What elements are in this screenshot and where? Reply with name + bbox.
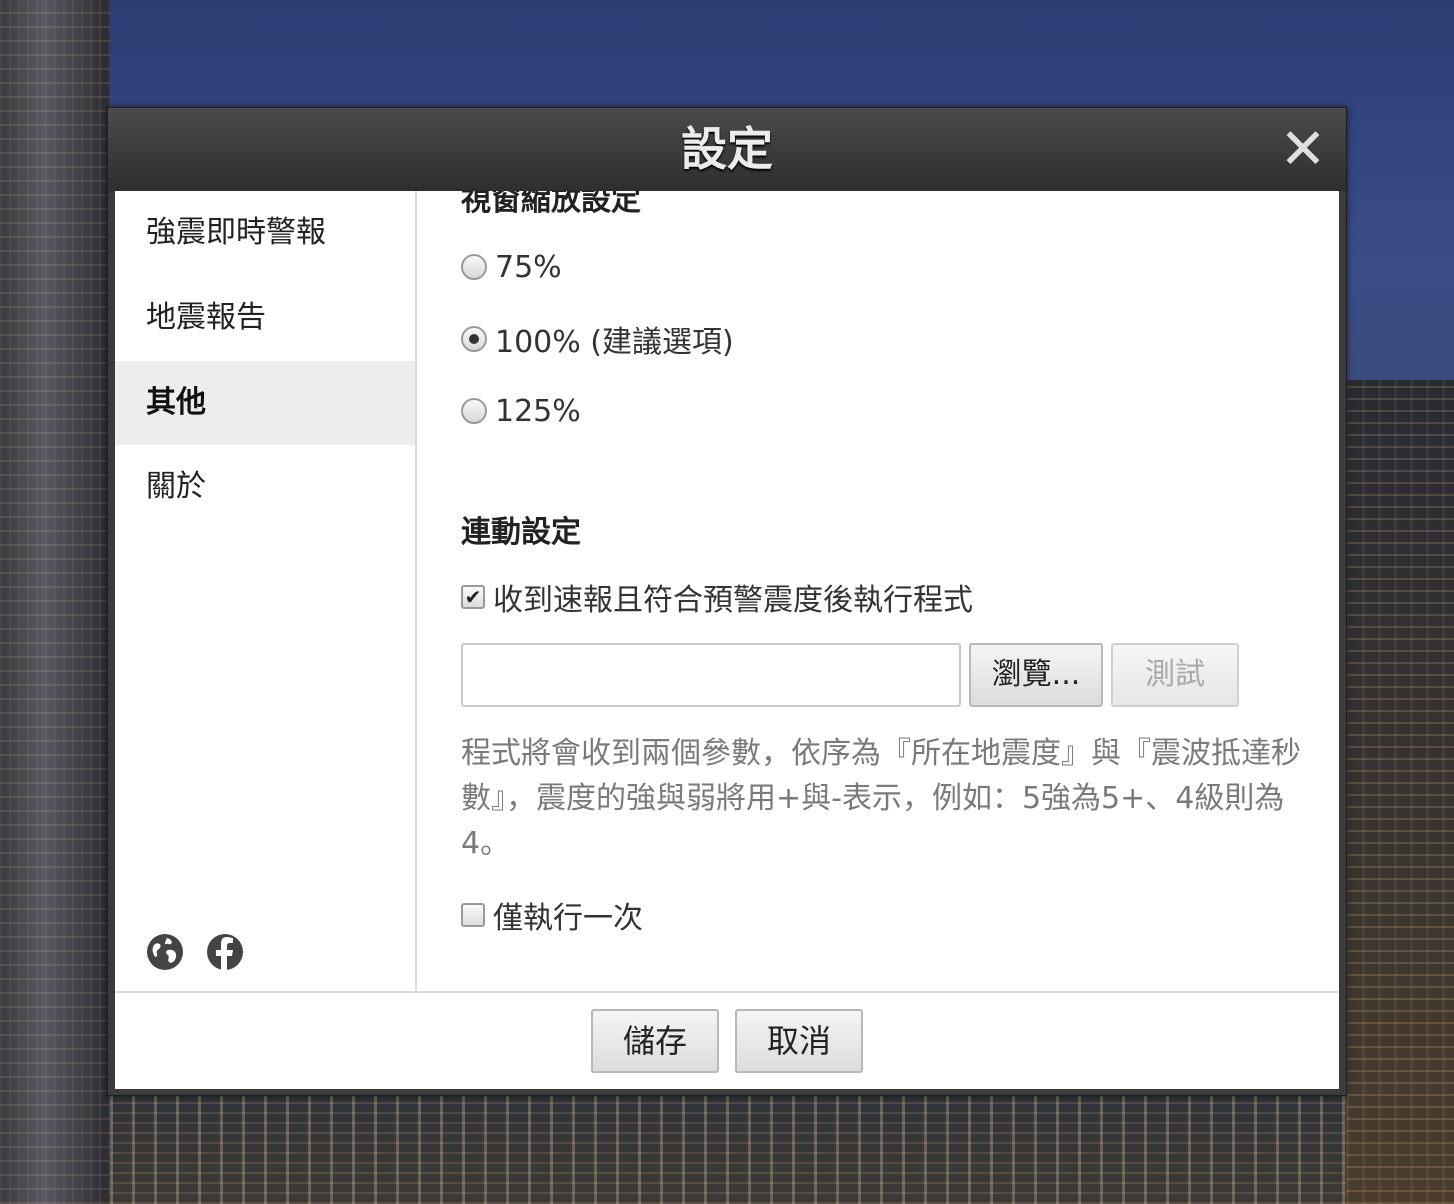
sidebar-item-about[interactable]: 關於 xyxy=(115,445,415,529)
run-once-label: 僅執行一次 xyxy=(493,901,643,936)
dialog-body: 強震即時警報 地震報告 其他 關於 視窗縮放設定 75% 100% (建議選項)… xyxy=(115,191,1339,1089)
run-program-checkbox[interactable]: ✔ xyxy=(461,585,485,609)
radio-button-selected[interactable] xyxy=(461,326,487,352)
zoom-option-125[interactable]: 125% xyxy=(461,393,581,429)
background-tower xyxy=(0,0,110,1204)
run-once-option[interactable]: 僅執行一次 xyxy=(461,897,643,936)
zoom-option-100[interactable]: 100% (建議選項) xyxy=(461,321,734,360)
cancel-button[interactable]: 取消 xyxy=(735,1009,863,1073)
background-city-lights xyxy=(110,1096,1346,1204)
zoom-option-label: 75% xyxy=(495,249,562,285)
zoom-option-label: 100% (建議選項) xyxy=(495,325,734,360)
program-hint-text: 程式將會收到兩個參數，依序為『所在地震度』與『震波抵達秒數』，震度的強與弱將用+… xyxy=(461,736,1301,861)
globe-icon[interactable] xyxy=(146,933,184,971)
run-program-label: 收到速報且符合預警震度後執行程式 xyxy=(493,583,973,618)
sidebar-item-earthquake-report[interactable]: 地震報告 xyxy=(115,276,415,360)
zoom-option-label: 125% xyxy=(495,393,581,429)
radio-button[interactable] xyxy=(461,398,487,424)
dialog-title: 設定 xyxy=(681,122,773,176)
sidebar-item-other[interactable]: 其他 xyxy=(115,361,415,445)
facebook-icon[interactable] xyxy=(206,933,244,971)
background-city xyxy=(1346,380,1454,1204)
sidebar-item-realtime-alert[interactable]: 強震即時警報 xyxy=(115,191,415,275)
run-once-checkbox[interactable] xyxy=(461,903,485,927)
browse-button[interactable]: 瀏覽... xyxy=(969,643,1103,707)
run-program-option[interactable]: ✔ 收到速報且符合預警震度後執行程式 xyxy=(461,579,973,618)
link-section-title: 連動設定 xyxy=(461,515,581,550)
settings-content: 視窗縮放設定 75% 100% (建議選項) 125% 連動設定 ✔ 收到速報且… xyxy=(417,191,1339,991)
radio-button[interactable] xyxy=(461,254,487,280)
zoom-option-75[interactable]: 75% xyxy=(461,249,562,285)
test-button[interactable]: 測試 xyxy=(1111,643,1239,707)
close-icon[interactable]: ✕ xyxy=(1278,122,1328,178)
dialog-footer: 儲存 取消 xyxy=(115,991,1339,1089)
program-path-input[interactable] xyxy=(461,643,961,707)
settings-sidebar: 強震即時警報 地震報告 其他 關於 xyxy=(115,191,417,991)
settings-dialog: 設定 ✕ 強震即時警報 地震報告 其他 關於 視窗縮放設定 75% 100% (… xyxy=(107,107,1347,1096)
save-button[interactable]: 儲存 xyxy=(591,1009,719,1073)
dialog-titlebar: 設定 ✕ xyxy=(108,108,1346,191)
zoom-section-title: 視窗縮放設定 xyxy=(461,191,641,218)
